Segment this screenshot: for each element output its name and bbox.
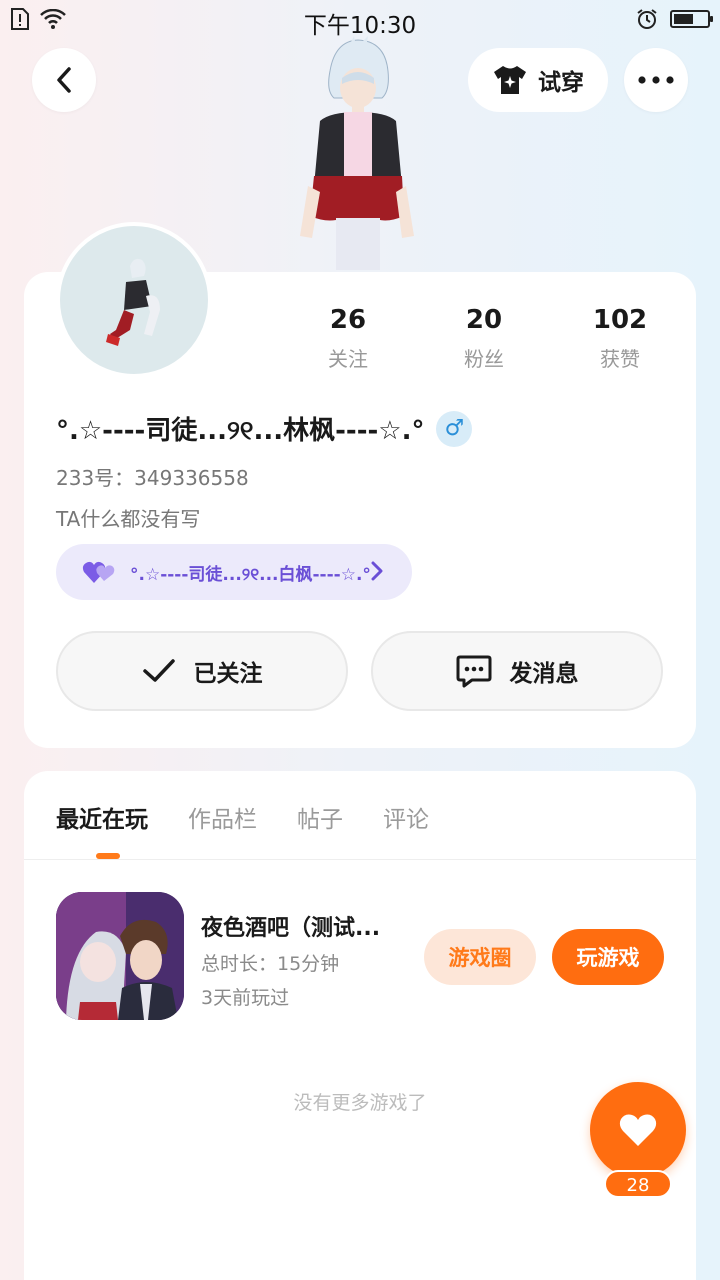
send-message-label: 发消息 (509, 661, 579, 687)
stat-followers[interactable]: 20 粉丝 (416, 305, 552, 372)
like-count-badge: 28 (604, 1170, 672, 1198)
stat-likes-count: 102 (592, 305, 648, 335)
heart-icon (619, 1114, 657, 1146)
chat-bubble-icon (456, 655, 491, 688)
bio: TA什么都没有写 (56, 507, 201, 531)
content-card (24, 771, 696, 1280)
try-on-button[interactable]: 试穿 (468, 48, 608, 112)
cp-tag[interactable]: °.☆----司徒...୨୧...白枫----☆.° (56, 544, 412, 600)
alarm-icon (637, 9, 657, 29)
avatar-figure (106, 258, 160, 346)
profile-stats: 26 关注 20 粉丝 102 获赞 (280, 305, 688, 372)
play-game-button[interactable]: 玩游戏 (552, 929, 664, 985)
status-right (636, 8, 713, 30)
back-button[interactable] (32, 48, 96, 112)
avatar[interactable] (56, 222, 212, 378)
game-circle-button[interactable]: 游戏圈 (424, 929, 536, 985)
send-message-button[interactable]: 发消息 (371, 631, 663, 711)
double-heart-icon (82, 561, 115, 583)
try-on-label: 试穿 (538, 70, 584, 96)
more-dots-icon (638, 76, 674, 84)
stat-likes[interactable]: 102 获赞 (552, 305, 688, 372)
stat-following-count: 26 (329, 305, 367, 335)
tshirt-sparkle-icon (494, 66, 526, 94)
status-bar: 下午10:30 (0, 0, 720, 40)
nickname: °.☆----司徒...୨୧...林枫----☆.° ♂ (56, 410, 473, 447)
stat-following[interactable]: 26 关注 (280, 305, 416, 372)
followed-label: 已关注 (193, 661, 263, 687)
like-fab-button[interactable] (590, 1082, 686, 1178)
game-title: 夜色酒吧（测试... (201, 916, 381, 941)
game-duration: 总时长：15分钟 (201, 953, 340, 975)
stat-likes-label: 获赞 (600, 347, 640, 371)
cp-tag-text: °.☆----司徒...୨୧...白枫----☆.° (130, 564, 371, 585)
battery-fill (674, 14, 694, 24)
followed-button[interactable]: 已关注 (56, 631, 348, 711)
male-gender-icon: ♂ (436, 410, 473, 447)
checkmark-icon (142, 659, 175, 682)
more-button[interactable] (624, 48, 688, 112)
tab-comments[interactable]: 评论 (383, 800, 429, 834)
stat-followers-count: 20 (465, 305, 503, 335)
battery-icon (670, 10, 713, 28)
tab-posts[interactable]: 帖子 (297, 800, 343, 834)
user-id: 233号：349336558 (56, 466, 249, 490)
game-cover-art (56, 892, 184, 1020)
tabs-divider (24, 859, 696, 860)
game-last-played: 3天前玩过 (201, 987, 290, 1009)
tab-recently-played[interactable]: 最近在玩 (56, 800, 148, 834)
game-list-item[interactable]: 夜色酒吧（测试... 总时长：15分钟 3天前玩过 游戏圈 玩游戏 (56, 892, 664, 1020)
back-arrow-icon (57, 67, 71, 93)
stat-following-label: 关注 (328, 347, 368, 371)
chevron-right-icon (371, 561, 383, 581)
profile-tabs: 最近在玩 作品栏 帖子 评论 (56, 800, 429, 834)
status-time: 下午10:30 (303, 13, 417, 39)
nickname-text: °.☆----司徒...୨୧...林枫----☆.° (56, 416, 425, 446)
avatar-3d-figure (300, 36, 414, 270)
tab-works[interactable]: 作品栏 (188, 800, 257, 834)
game-icon[interactable] (56, 892, 184, 1020)
stat-followers-label: 粉丝 (464, 347, 504, 371)
